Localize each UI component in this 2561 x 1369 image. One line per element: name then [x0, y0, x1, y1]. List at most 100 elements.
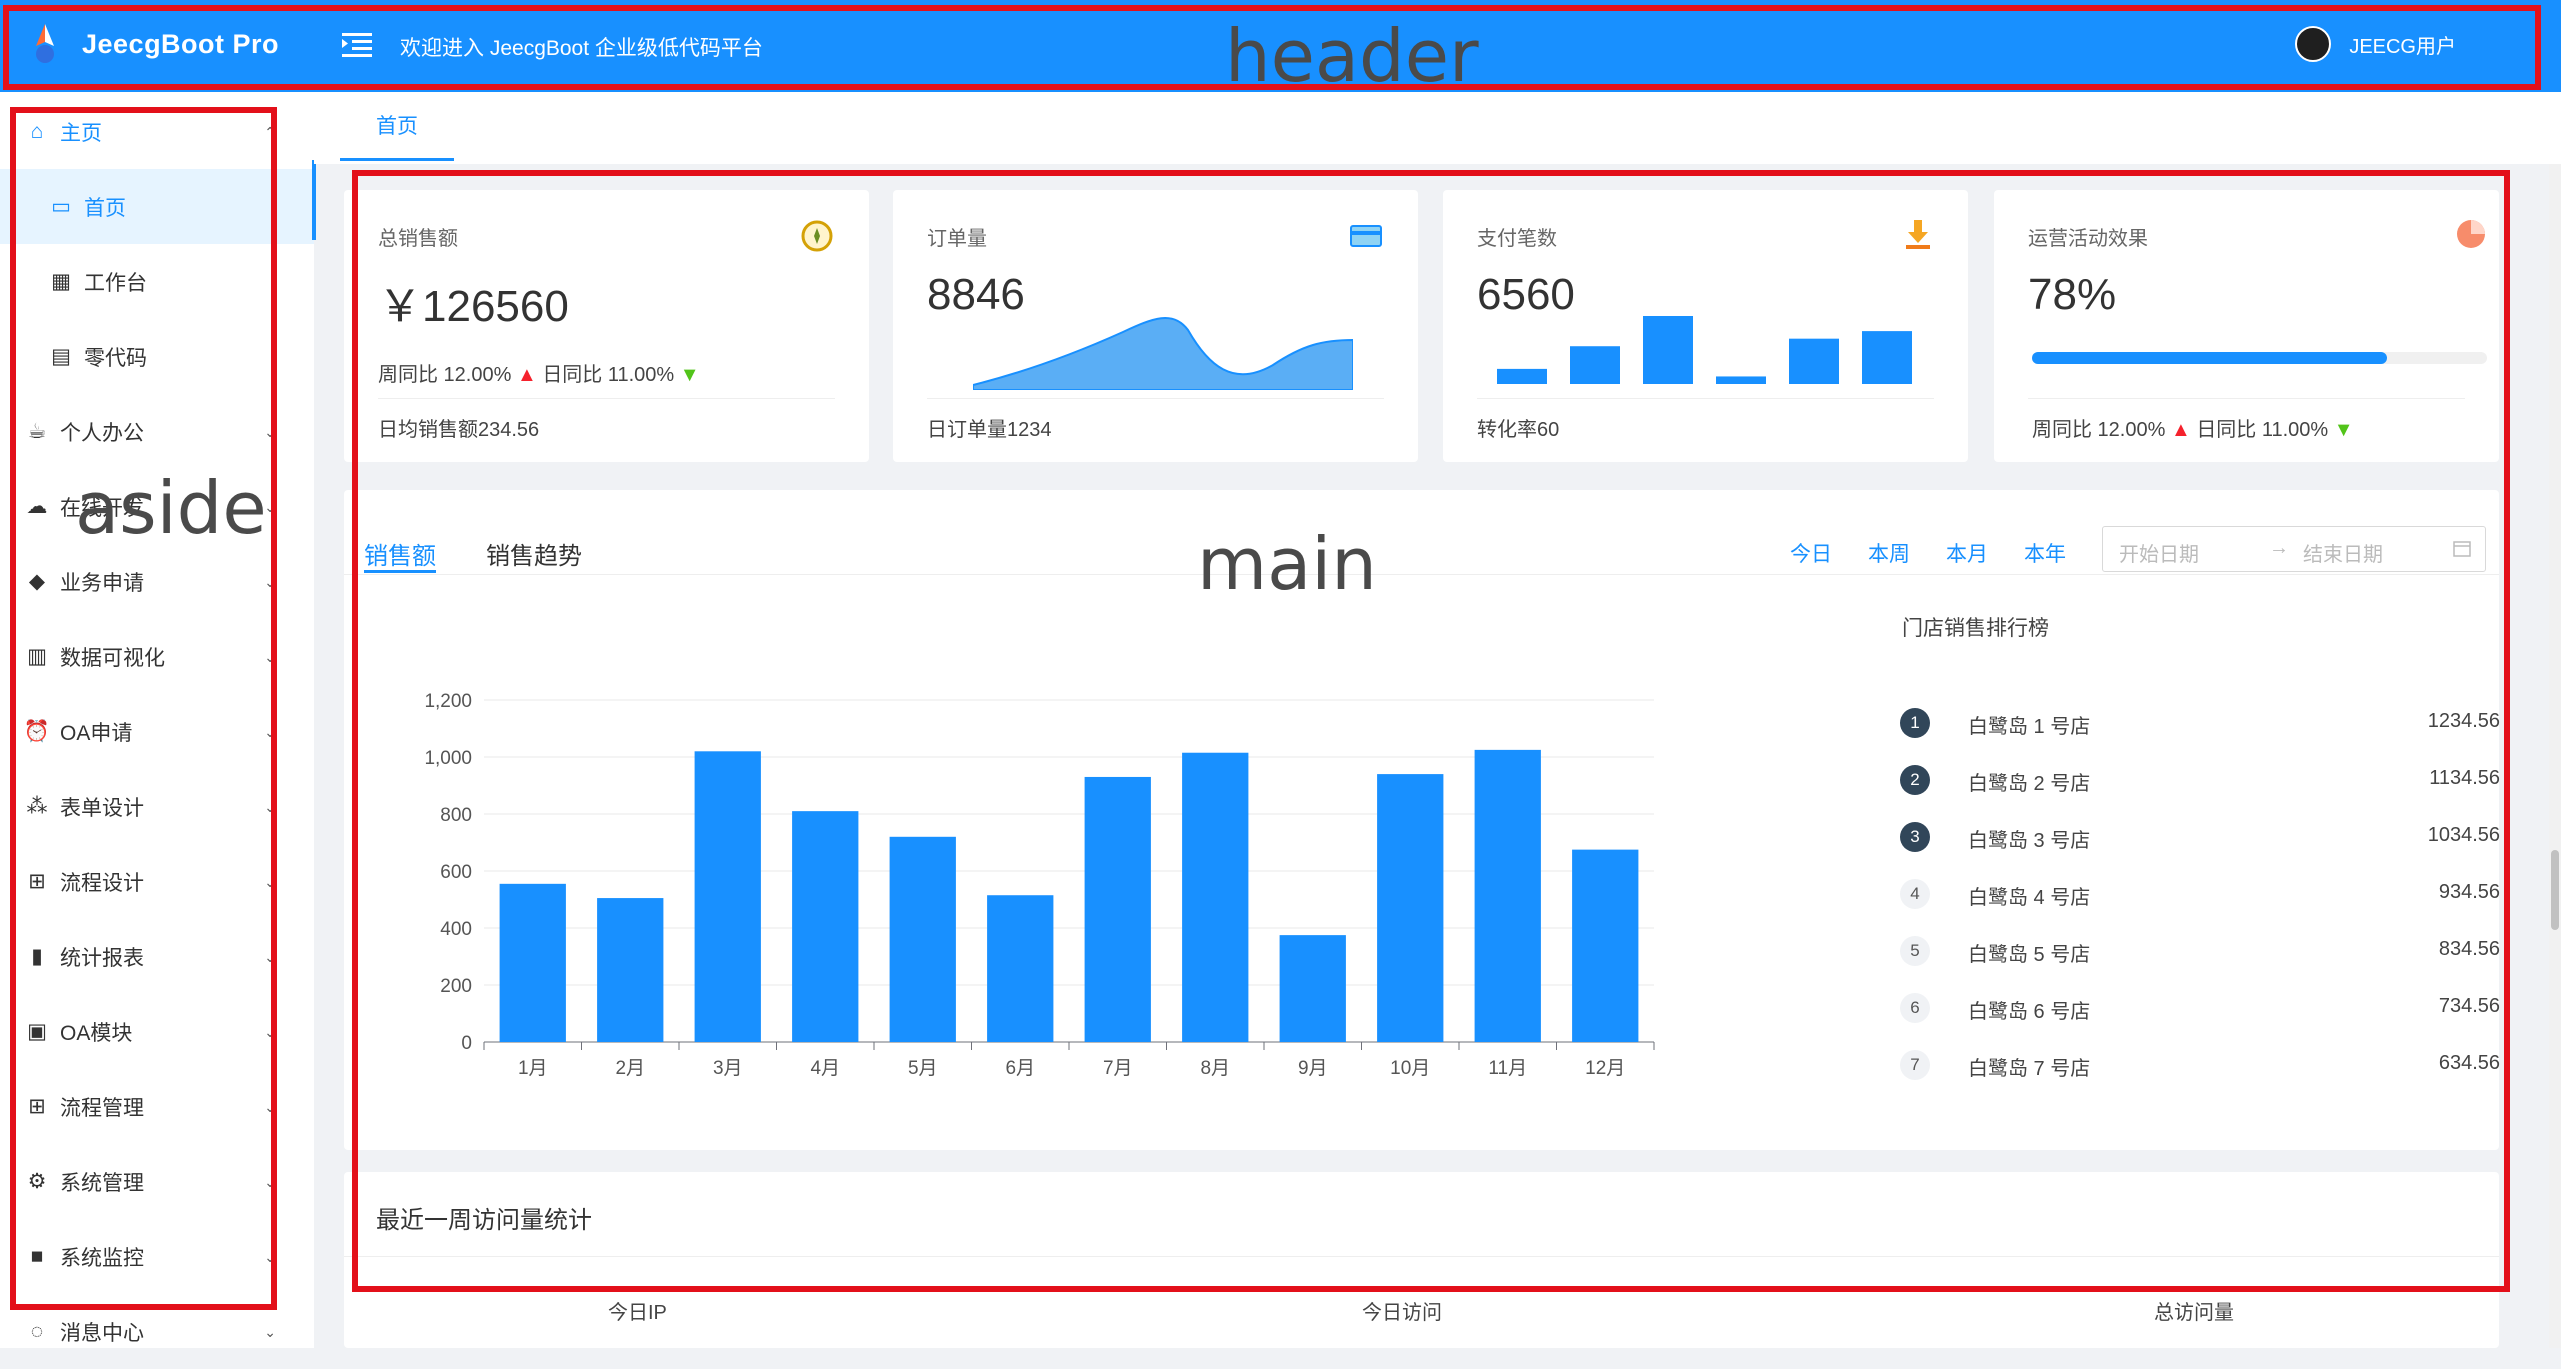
start-date-placeholder: 开始日期 — [2119, 544, 2199, 566]
audit-icon: ▣ — [27, 1020, 47, 1043]
x-tick-label: 10月 — [1390, 1058, 1430, 1079]
sidebar-item[interactable]: ◆ 业务申请 ⌄ — [0, 544, 314, 619]
chevron-down-icon: ⌄ — [264, 1174, 276, 1190]
sidebar-item[interactable]: ▥ 数据可视化 ⌄ — [0, 619, 314, 694]
period-month[interactable]: 本月 — [1946, 538, 1988, 568]
message-icon: ◌ — [30, 1319, 44, 1343]
page-scrollbar[interactable] — [2549, 164, 2561, 1348]
sidebar-item[interactable]: ▦ 工作台 — [0, 244, 314, 319]
chevron-down-icon: ⌄ — [264, 574, 276, 590]
sparkline-bar — [1497, 368, 1547, 384]
chart-bar[interactable] — [499, 883, 566, 1042]
sidebar-item[interactable]: ▭ 首页 — [0, 169, 314, 244]
sidebar-item-label: 消息中心 — [60, 1321, 144, 1345]
sidebar-item-label: 系统监控 — [60, 1246, 144, 1270]
chevron-down-icon: ⌄ — [264, 1024, 276, 1040]
x-tick-label: 1月 — [518, 1058, 548, 1079]
date-range-picker[interactable]: 开始日期 → 结束日期 — [2102, 526, 2486, 572]
ranking-value: 834.56 — [2438, 938, 2500, 960]
period-today[interactable]: 今日 — [1790, 538, 1832, 568]
period-year[interactable]: 本年 — [2024, 538, 2066, 568]
y-tick-label: 200 — [440, 976, 472, 997]
x-tick-label: 4月 — [810, 1058, 840, 1079]
sidebar-item[interactable]: ☕ 个人办公 ⌄ — [0, 394, 314, 469]
stat-compare: 周同比 12.00% ▲ 日同比 11.00% ▼ — [2032, 413, 2354, 442]
trend-up-icon: ▲ — [2170, 419, 2191, 441]
tab-sales[interactable]: 销售额 — [364, 536, 436, 571]
ranking-number: 2 — [1900, 765, 1930, 795]
grid-icon: ▦ — [51, 270, 71, 293]
divider — [378, 398, 835, 399]
sidebar-item-label: 业务申请 — [60, 571, 144, 595]
sidebar-item[interactable]: ▣ OA模块 ⌄ — [0, 994, 314, 1069]
sidebar-item[interactable]: ■ 系统监控 ⌄ — [0, 1219, 314, 1294]
chart-bar[interactable] — [1084, 776, 1151, 1042]
sidebar-item-label: 统计报表 — [60, 946, 144, 970]
ranking-row: 3 白鹭岛 3 号店 1034.56 — [1900, 822, 2500, 862]
ranking-number: 3 — [1900, 822, 1930, 852]
sidebar-item-label: OA申请 — [60, 721, 133, 745]
sidebar-item[interactable]: ⊞ 流程设计 ⌄ — [0, 844, 314, 919]
divider — [344, 1256, 2499, 1257]
orders-area-sparkline — [973, 316, 1353, 390]
sidebar-item[interactable]: ⊞ 流程管理 ⌄ — [0, 1069, 314, 1144]
card-icon — [1350, 225, 1382, 247]
user-menu[interactable]: JEECG用户 — [2295, 26, 2456, 62]
ranking-store-name: 白鹭岛 3 号店 — [1968, 830, 2091, 852]
ranking-number: 5 — [1900, 936, 1930, 966]
period-week[interactable]: 本周 — [1868, 538, 1910, 568]
sidebar-item[interactable]: ⏰ OA申请 ⌄ — [0, 694, 314, 769]
x-tick-label: 11月 — [1488, 1058, 1527, 1079]
x-tick-label: 5月 — [908, 1058, 938, 1079]
sidebar-item-label: 数据可视化 — [60, 646, 165, 670]
chart-bar[interactable] — [1182, 752, 1249, 1042]
table-icon: ▤ — [51, 345, 71, 368]
week-compare: 周同比 12.00% — [378, 364, 512, 386]
coffee-icon: ☕ — [27, 420, 47, 443]
scrollbar-thumb[interactable] — [2551, 850, 2559, 930]
sidebar-item[interactable]: ▤ 零代码 — [0, 319, 314, 394]
ranking-store-name: 白鹭岛 2 号店 — [1968, 773, 2091, 795]
chart-bar[interactable] — [1572, 849, 1639, 1042]
stat-footer: 转化率60 — [1477, 419, 1560, 441]
tab-trend[interactable]: 销售趋势 — [486, 536, 582, 571]
y-tick-label: 0 — [461, 1033, 472, 1054]
chart-bar[interactable] — [1474, 749, 1541, 1042]
sidebar-item[interactable]: ▮ 统计报表 ⌄ — [0, 919, 314, 994]
sidebar-item[interactable]: ⁂ 表单设计 ⌄ — [0, 769, 314, 844]
divider — [927, 398, 1384, 399]
chart-bar[interactable] — [1279, 935, 1346, 1042]
stat-footer: 日均销售额234.56 — [378, 419, 540, 441]
ranking-store-name: 白鹭岛 6 号店 — [1968, 1001, 2091, 1023]
app-logo[interactable]: JeecgBoot Pro — [28, 22, 279, 66]
ranking-store-name: 白鹭岛 1 号店 — [1968, 716, 2091, 738]
bar-chart-icon: ▮ — [31, 945, 43, 968]
home-icon: ⌂ — [30, 119, 44, 143]
sidebar-item[interactable]: ⌂ 主页 ⌃ — [0, 94, 314, 169]
chart-bar[interactable] — [1377, 774, 1444, 1042]
sidebar-item-label: 首页 — [84, 196, 126, 220]
ranking-store-name: 白鹭岛 5 号店 — [1968, 944, 2091, 966]
chevron-down-icon: ⌄ — [264, 1324, 276, 1340]
chevron-down-icon: ⌄ — [264, 649, 276, 665]
chart-bar[interactable] — [889, 836, 956, 1042]
ranking-value: 634.56 — [2438, 1052, 2500, 1074]
menu-fold-icon[interactable] — [340, 28, 374, 62]
tab-home[interactable]: 首页 — [340, 92, 454, 161]
chart-bar[interactable] — [987, 895, 1054, 1042]
user-name: JEECG用户 — [2349, 35, 2456, 58]
chart-bar[interactable] — [597, 898, 664, 1042]
chevron-up-icon: ⌃ — [264, 124, 276, 140]
cloud-icon: ☁ — [26, 495, 48, 518]
chart-bar[interactable] — [792, 811, 859, 1042]
ranking-row: 6 白鹭岛 6 号店 734.56 — [1900, 993, 2500, 1033]
sidebar-item[interactable]: ⚙ 系统管理 ⌄ — [0, 1144, 314, 1219]
sidebar-item-label: 流程设计 — [60, 871, 144, 895]
sparkline-bar — [1570, 346, 1620, 384]
visits-title: 最近一周访问量统计 — [376, 1207, 592, 1234]
sidebar-item[interactable]: ◌ 消息中心 ⌄ — [0, 1294, 314, 1369]
x-tick-label: 9月 — [1298, 1058, 1328, 1079]
arrow-right-icon: → — [2269, 537, 2289, 559]
chart-bar[interactable] — [694, 751, 761, 1042]
tab-active-indicator — [364, 570, 436, 573]
